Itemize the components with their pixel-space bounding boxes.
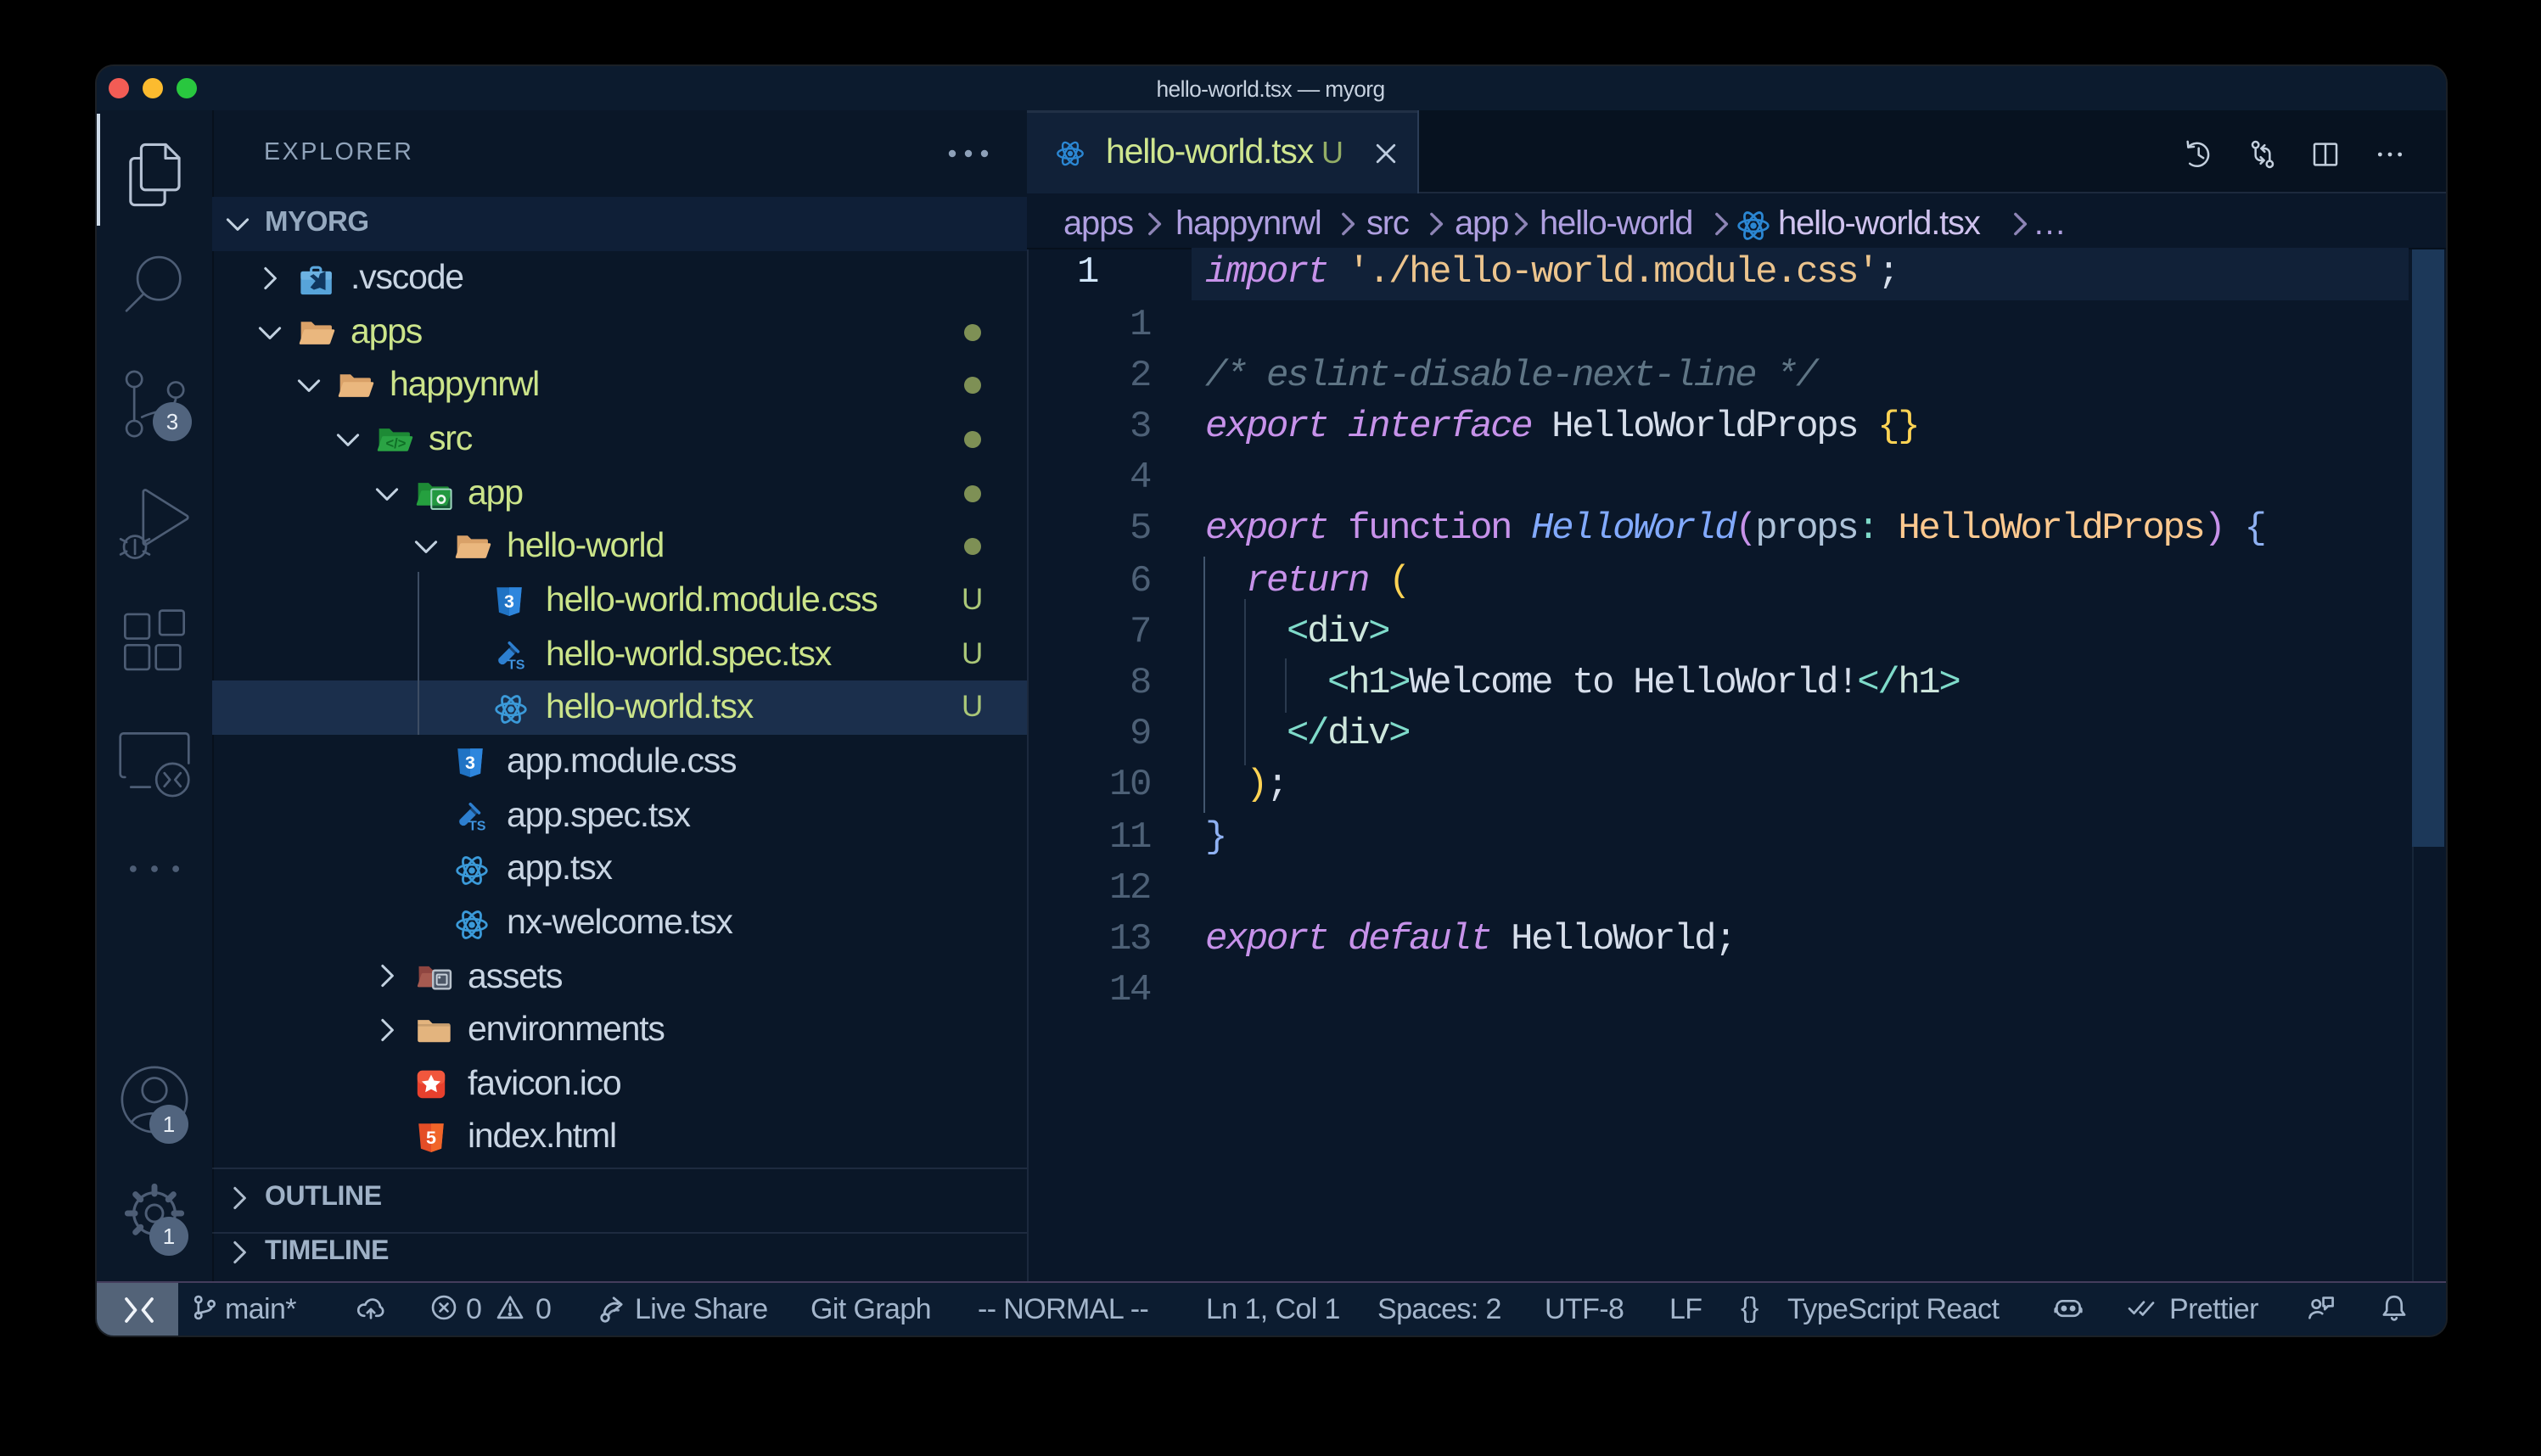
svg-text:TS: TS [468,820,486,834]
svg-text:5: 5 [426,1128,436,1149]
svg-text:TS: TS [508,658,525,673]
svg-text:</>: </> [386,436,407,451]
svg-text:3: 3 [465,752,475,772]
svg-text:3: 3 [504,591,514,612]
